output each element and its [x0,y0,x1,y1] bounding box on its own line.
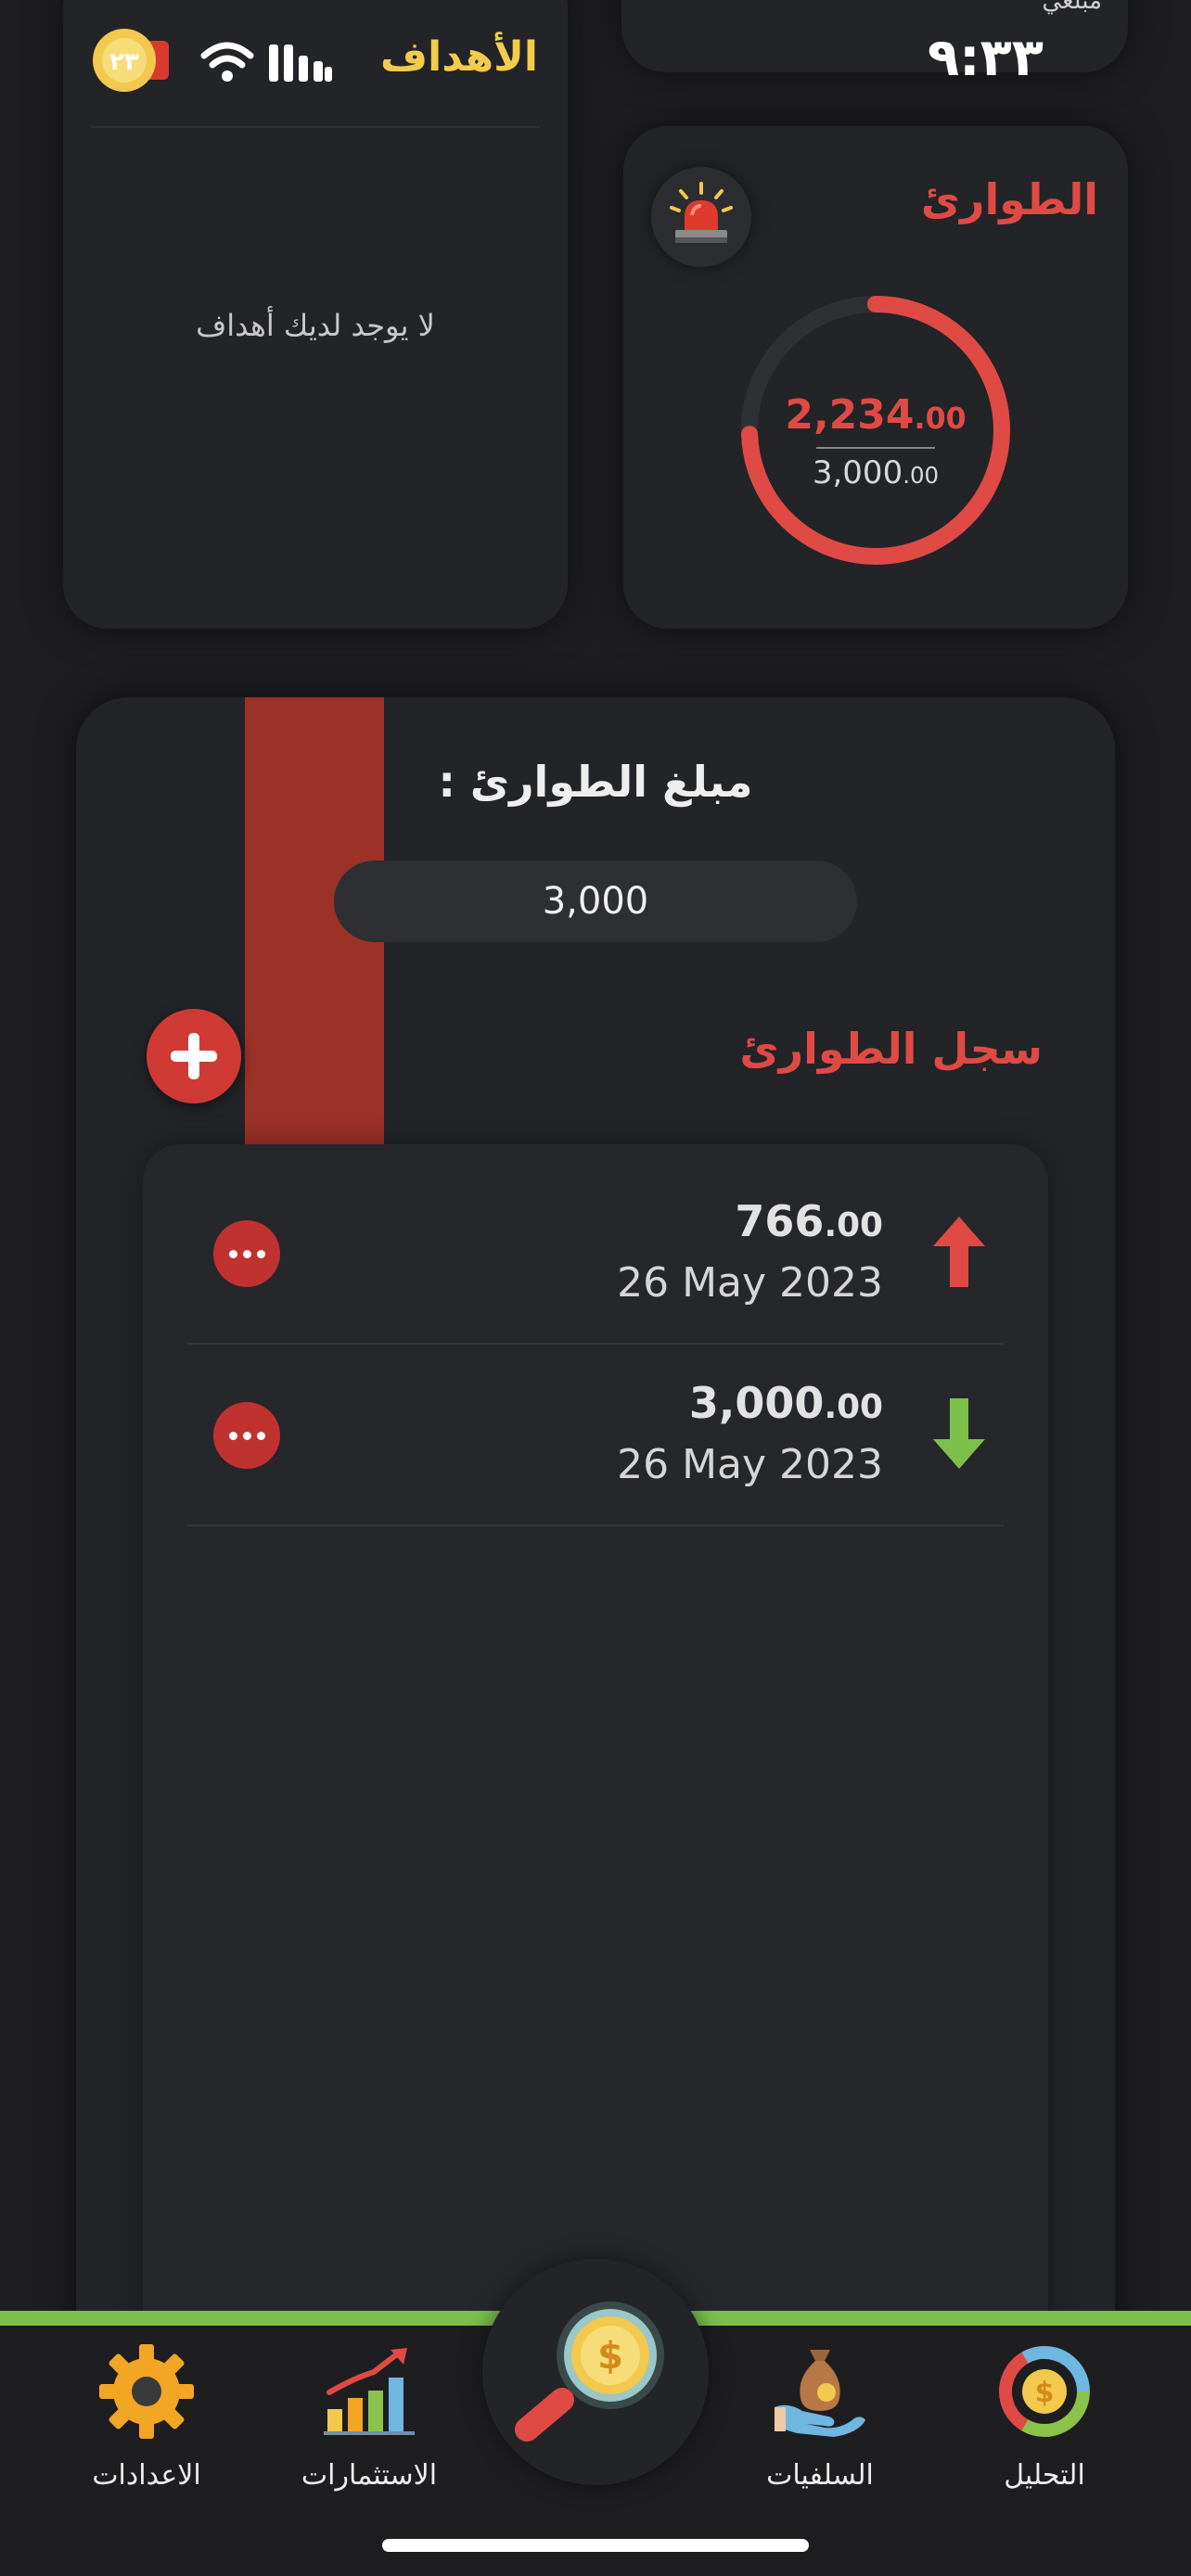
dot [257,1432,265,1440]
budget-label: مبلغي [1042,0,1102,15]
entry-amount-dec: .00 [824,1388,883,1426]
more-options-button[interactable] [213,1402,280,1469]
dot [243,1432,251,1440]
entry-amount: 766.00 [735,1196,883,1246]
emergency-spent-dec: .00 [914,402,967,436]
list-item[interactable]: 3,000.00 26 May 2023 [187,1345,1004,1526]
nav-loans[interactable]: السلفيات [718,2340,922,2492]
empty-goals-message: لا يوجد لديك أهداف [196,308,435,343]
amount-label: مبلغ الطوارئ : [438,757,753,807]
investment-chart-icon [324,2348,415,2435]
arrow-down-icon [933,1398,985,1469]
nav-investments[interactable]: الاستثمارات [267,2340,471,2492]
nav-label: السلفيات [766,2459,874,2492]
dollar-search-icon: $ [515,2302,664,2442]
divider [816,447,935,449]
dot [229,1250,237,1258]
entry-amount-dec: .00 [824,1206,883,1244]
divider [91,126,540,128]
arrow-up-icon [933,1217,985,1287]
entry-amount-int: 766 [735,1196,825,1246]
dot [229,1432,237,1440]
status-time: ٩:٣٣ [928,28,1044,88]
home-indicator[interactable] [382,2539,809,2552]
add-entry-button[interactable] [147,1009,241,1103]
money-bag-hand-icon [775,2350,865,2437]
nav-label: التحليل [1004,2459,1085,2492]
battery-icon: ٢٣ [93,29,169,92]
siren-icon [670,182,733,243]
entry-amount-int: 3,000 [688,1378,825,1428]
nav-analysis[interactable]: $ التحليل [942,2340,1146,2492]
goals-card[interactable]: ٢٣ الأهداف لا يوجد لديك أهداف [63,0,568,629]
entry-amount: 3,000.00 [689,1378,883,1428]
emergency-spent: 2,234.00 [736,391,1015,439]
entry-date: 26 May 2023 [617,1441,883,1488]
dot [243,1250,251,1258]
nav-label: الاستثمارات [301,2459,438,2492]
more-options-button[interactable] [213,1220,280,1287]
battery-level: ٢٣ [109,48,139,76]
emergency-progress-ring: 2,234.00 3,000.00 [736,291,1015,569]
budget-card[interactable]: مبلغي [621,0,1128,72]
amount-field[interactable]: 3,000 [334,861,857,942]
status-icons: ٢٣ [89,28,339,93]
analysis-donut-icon: $ [999,2346,1090,2437]
gear-icon [99,2344,194,2439]
dot [257,1250,265,1258]
entry-date: 26 May 2023 [617,1259,883,1307]
center-action-button[interactable]: $ [482,2259,709,2485]
emergency-total: 3,000.00 [736,454,1015,491]
siren-button[interactable] [651,167,751,267]
emergency-spent-int: 2,234 [785,391,915,439]
nav-settings[interactable]: الاعدادات [45,2340,249,2492]
log-title: سجل الطوارئ [739,1024,1043,1074]
nav-label: الاعدادات [92,2459,201,2492]
svg-text:$: $ [597,2335,623,2378]
emergency-title: الطوارئ [920,174,1098,224]
list-item[interactable]: 766.00 26 May 2023 [187,1163,1004,1345]
goals-title: الأهداف [380,33,538,81]
emergency-card[interactable]: الطوارئ 2,234.00 3,000.00 [623,126,1128,629]
wifi-icon [200,42,254,82]
emergency-total-dec: .00 [903,462,940,489]
emergency-total-int: 3,000 [812,454,903,491]
cellular-icon [269,45,332,82]
svg-text:$: $ [1035,2377,1055,2409]
